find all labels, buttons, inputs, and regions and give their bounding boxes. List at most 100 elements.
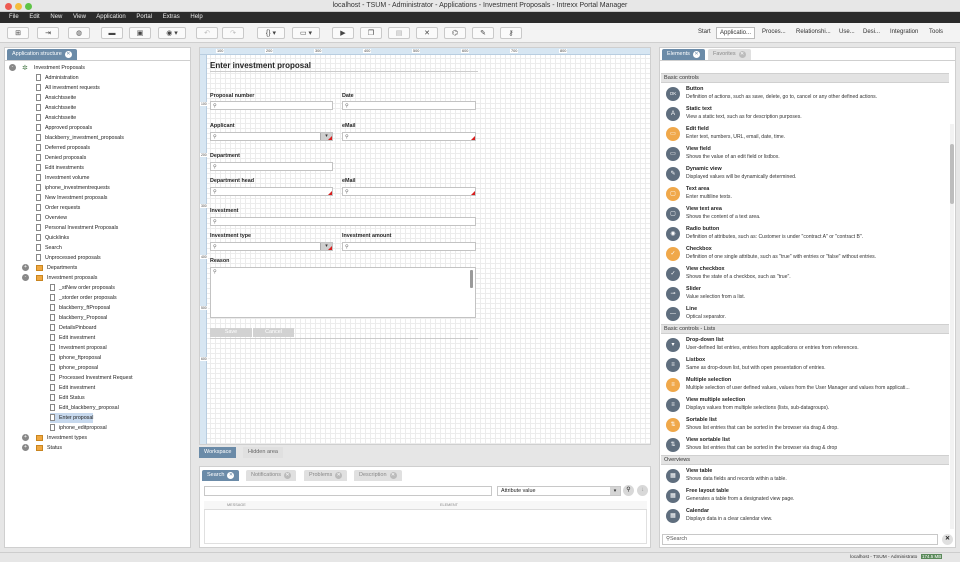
elements-scrollbar-track[interactable]: [950, 124, 954, 529]
section-header[interactable]: Basic controls: [661, 73, 949, 83]
settings-dropdown-icon[interactable]: ◉ ▾: [158, 27, 186, 39]
section-header[interactable]: Basic controls - Lists: [661, 324, 949, 334]
element-item[interactable]: ▢ View text area Shows the content of a te…: [661, 204, 949, 224]
tree-item[interactable]: Overview: [36, 213, 67, 223]
tree-item[interactable]: Edit investment: [50, 333, 95, 343]
element-search-field[interactable]: ⚲Search: [662, 534, 938, 545]
element-item[interactable]: ⇅ Sortable list Shows list entries that ca…: [661, 415, 949, 435]
element-item[interactable]: ▦ Calendar Displays data in a clear calend…: [661, 506, 949, 526]
menu-file[interactable]: File: [9, 14, 19, 20]
folder-icon[interactable]: ▬: [101, 27, 123, 39]
maximize-window-button[interactable]: [25, 3, 32, 10]
element-item[interactable]: ▦ Free layout table Generates a table from…: [661, 486, 949, 506]
reason-textarea[interactable]: ⚲: [210, 267, 476, 318]
chevron-down-icon[interactable]: ▾: [610, 487, 620, 495]
email-department-head-field[interactable]: ⚲: [342, 187, 476, 196]
attribute-select[interactable]: Attribute value ▾: [497, 486, 621, 496]
tree-item[interactable]: Ansichtsseite: [36, 113, 76, 123]
date-field[interactable]: ⚲: [342, 101, 476, 110]
menu-help[interactable]: Help: [190, 14, 202, 20]
tree-item[interactable]: ✲ Investment Proposals: [22, 63, 85, 73]
tab-elements[interactable]: Elements ✕: [662, 49, 705, 60]
element-item[interactable]: ✓ Checkbox Definition of one single attrib…: [661, 244, 949, 264]
tree-item[interactable]: Investment volume: [36, 173, 89, 183]
tab-notifications[interactable]: Notifications ✕: [246, 470, 296, 481]
globe-icon[interactable]: ◍: [68, 27, 90, 39]
import-icon[interactable]: ⇥: [37, 27, 59, 39]
tree-item[interactable]: Enter proposal: [50, 413, 94, 423]
braces-icon[interactable]: {} ▾: [257, 27, 285, 39]
tree-item[interactable]: Ansichtsseite: [36, 93, 76, 103]
cancel-button[interactable]: Cancel: [252, 328, 294, 337]
tab-description[interactable]: Description ✕: [354, 470, 402, 481]
search-input[interactable]: [204, 486, 492, 496]
element-item[interactable]: ▢ Text area Enter multiline texts.: [661, 184, 949, 204]
tree-item[interactable]: iphone_proposal: [50, 363, 98, 373]
tree-item[interactable]: iphone_ftproposal: [50, 353, 101, 363]
tree-item[interactable]: Approved proposals: [36, 123, 92, 133]
investment-field[interactable]: ⚲: [210, 217, 476, 226]
copy-icon[interactable]: ❐: [360, 27, 382, 39]
menu-extras[interactable]: Extras: [163, 14, 180, 20]
element-item[interactable]: ▾ Drop-down list User-defined list entries…: [661, 335, 949, 355]
nav-start[interactable]: Start: [698, 29, 711, 35]
element-item[interactable]: ⊸ Slider Value selection from a list.: [661, 284, 949, 304]
nav-integration[interactable]: Integration: [890, 29, 918, 35]
tree-item[interactable]: Investment proposal: [50, 343, 107, 353]
tree-item[interactable]: Edit Status: [50, 393, 85, 403]
element-item[interactable]: ≡ Multiple selection Multiple selection of…: [661, 375, 949, 395]
element-item[interactable]: ≡ View multiple selection Displays values …: [661, 395, 949, 415]
element-item[interactable]: ▭ View field Shows the value of an edit fi…: [661, 144, 949, 164]
hierarchy-icon[interactable]: ⌬: [444, 27, 466, 39]
tree-item[interactable]: Investment types: [36, 433, 87, 443]
element-item[interactable]: ✎ Dynamic view Displayed values will be dy…: [661, 164, 949, 184]
expand-icon[interactable]: +: [22, 264, 29, 271]
tree-item[interactable]: Investment proposals: [36, 273, 97, 283]
nav-applications[interactable]: Applicatio...: [716, 27, 756, 39]
clear-search-icon[interactable]: ✕: [942, 534, 953, 545]
tree-item[interactable]: New Investment proposals: [36, 193, 107, 203]
tab-favorites[interactable]: Favorites ✕: [708, 49, 751, 60]
proposal-number-field[interactable]: ⚲: [210, 101, 333, 110]
key-icon[interactable]: ⚷: [500, 27, 522, 39]
element-item[interactable]: ⇅ View sortable list Shows list entries th…: [661, 435, 949, 455]
tree-item[interactable]: Deferred proposals: [36, 143, 90, 153]
element-item[interactable]: ▭ Edit field Enter text, numbers, URL, ema…: [661, 124, 949, 144]
tree-item[interactable]: Unprocessed proposals: [36, 253, 101, 263]
tree-item[interactable]: Edit_blackberry_proposal: [50, 403, 119, 413]
department-head-field[interactable]: ⚲: [210, 187, 333, 196]
menu-application[interactable]: Application: [96, 14, 125, 20]
tree-item[interactable]: Ansichtsseite: [36, 103, 76, 113]
element-item[interactable]: ◉ Radio button Definition of attributes, s…: [661, 224, 949, 244]
tree-item[interactable]: iphone_investmentrequests: [36, 183, 110, 193]
tree-item[interactable]: All investment requests: [36, 83, 100, 93]
element-item[interactable]: OK Button Definition of actions, such as s…: [661, 84, 949, 104]
nav-users[interactable]: Use...: [839, 29, 855, 35]
download-icon[interactable]: ↓: [637, 485, 648, 496]
section-header[interactable]: Overviews: [661, 455, 949, 465]
tree-item[interactable]: _storder order proposals: [50, 293, 117, 303]
save-icon[interactable]: ▣: [129, 27, 151, 39]
textarea-scrollbar[interactable]: [470, 270, 473, 288]
email-applicant-field[interactable]: ⚲: [342, 132, 476, 141]
tab-workspace[interactable]: Workspace: [199, 447, 237, 458]
tree-item[interactable]: Order requests: [36, 203, 80, 213]
save-button[interactable]: Save: [210, 328, 252, 337]
close-icon[interactable]: ✕: [692, 51, 700, 58]
nav-relationships[interactable]: Relationshi...: [796, 29, 831, 35]
close-icon[interactable]: ✕: [227, 472, 235, 479]
close-window-button[interactable]: [5, 3, 12, 10]
tree-item[interactable]: blackberry_ftProposal: [50, 303, 110, 313]
tree-item[interactable]: Denied proposals: [36, 153, 86, 163]
close-icon[interactable]: ✕: [738, 51, 746, 58]
menu-view[interactable]: View: [73, 14, 86, 20]
lock-icon[interactable]: ▤: [388, 27, 410, 39]
nav-design[interactable]: Desi...: [863, 29, 880, 35]
search-icon[interactable]: ⚲: [623, 485, 634, 496]
applicant-dropdown[interactable]: ⚲ ▾: [210, 132, 333, 141]
tree-item[interactable]: Quicklinks: [36, 233, 69, 243]
new-app-icon[interactable]: ⊞: [7, 27, 29, 39]
tab-hidden-area[interactable]: Hidden area: [243, 447, 283, 458]
nav-tools[interactable]: Tools: [929, 29, 943, 35]
menu-new[interactable]: New: [50, 14, 62, 20]
